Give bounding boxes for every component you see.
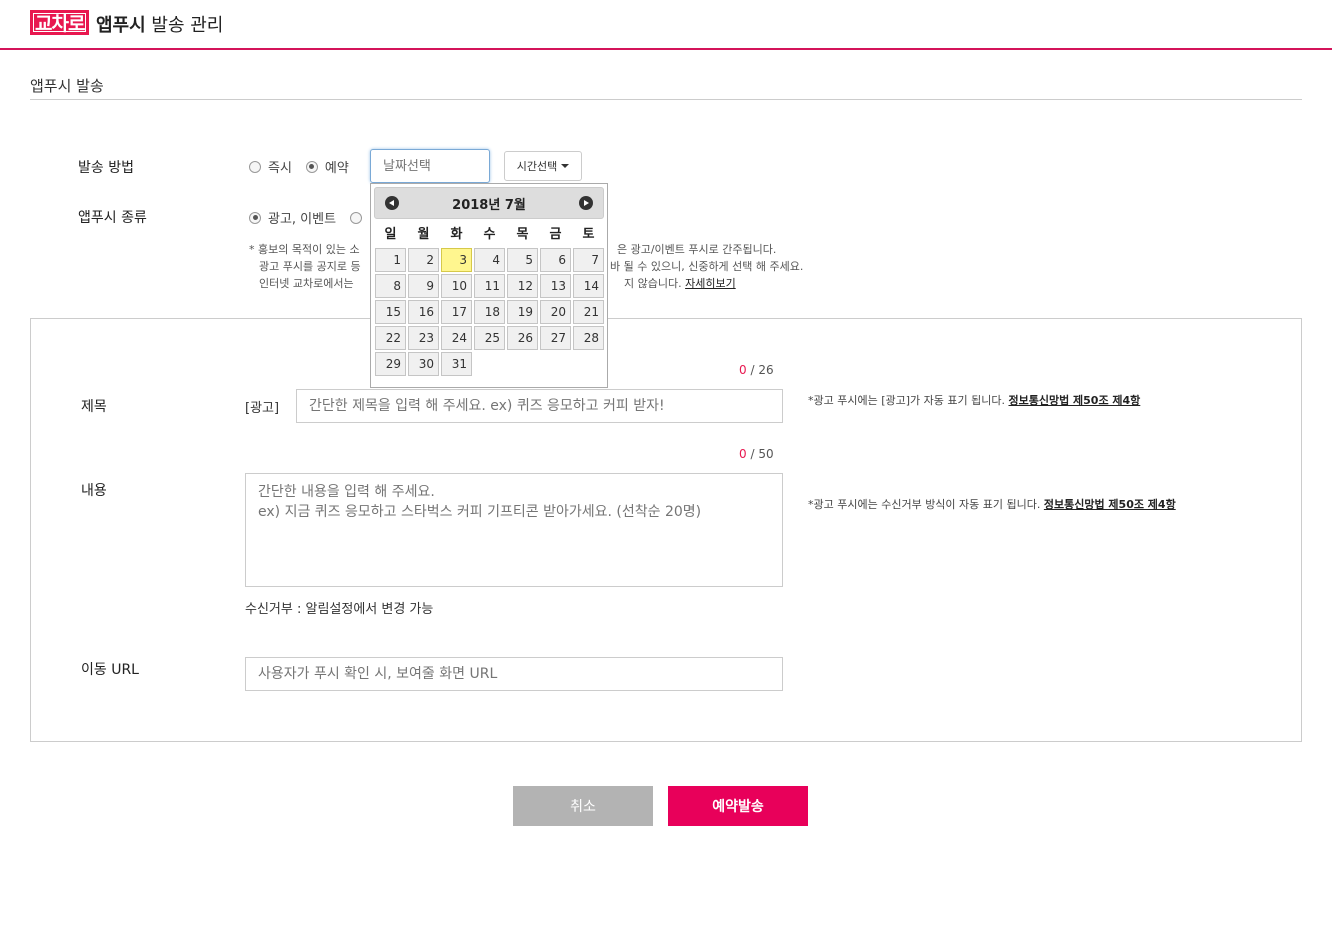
content-textarea[interactable] [245,473,783,587]
calendar-title: 2018년 7월 [452,197,526,213]
calendar-day[interactable]: 13 [540,274,571,298]
title-count: 0 [739,363,747,377]
weekday-label: 목 [516,227,529,242]
calendar-day[interactable]: 5 [507,248,538,272]
content-law-link[interactable]: 정보통신망법 제50조 제4항 [1044,498,1176,511]
radio-immediate-label[interactable]: 즉시 [268,157,292,176]
weekday-label: 일 [384,227,397,242]
notice-line2-left: 광고 푸시를 공지로 등 [259,260,361,273]
time-select-button[interactable]: 시간선택 [504,151,582,181]
cancel-button[interactable]: 취소 [513,786,653,826]
notice-line1-right: 은 광고/이벤트 푸시로 간주됩니다. [617,243,777,256]
calendar-day[interactable]: 26 [507,326,538,350]
calendar-day[interactable]: 19 [507,300,538,324]
content-note-text: *광고 푸시에는 수신거부 방식이 자동 표기 됩니다. [808,498,1044,511]
send-method-label: 발송 방법 [78,160,134,176]
title-label: 제목 [81,399,107,415]
calendar-day[interactable]: 18 [474,300,505,324]
details-link[interactable]: 자세히보기 [685,277,736,290]
date-input[interactable] [370,149,490,183]
calendar-day[interactable]: 16 [408,300,439,324]
time-select-label: 시간선택 [516,160,558,173]
title-note: *광고 푸시에는 [광고]가 자동 표기 됩니다. 정보통신망법 제50조 제4… [808,392,1140,408]
calendar-day[interactable]: 6 [540,248,571,272]
calendar-day[interactable]: 24 [441,326,472,350]
calendar-days: 1 2 3 4 5 6 7 8 9 10 11 12 13 14 15 16 17 18 19 20 21 22 23 24 2… [374,247,604,377]
schedule-send-button[interactable]: 예약발송 [668,786,808,826]
calendar-day[interactable]: 20 [540,300,571,324]
radio-immediate[interactable] [249,160,261,173]
calendar-day[interactable]: 9 [408,274,439,298]
calendar-day[interactable]: 4 [474,248,505,272]
url-input[interactable] [245,657,783,691]
content-label: 내용 [81,483,107,499]
notice-line2-right: 바 될 수 있으니, 신중하게 선택 해 주세요. [610,260,804,273]
calendar-day[interactable]: 8 [375,274,406,298]
calendar-weekdays: 일 월 화 수 목 금 토 [374,223,604,247]
calendar-day-today[interactable]: 3 [441,248,472,272]
title-note-text: *광고 푸시에는 [광고]가 자동 표기 됩니다. [808,394,1009,407]
calendar-day[interactable]: 23 [408,326,439,350]
calendar-day[interactable]: 15 [375,300,406,324]
push-type-label: 앱푸시 종류 [78,210,147,226]
calendar-day[interactable]: 22 [375,326,406,350]
send-method-radios: 즉시 예약 [249,157,363,176]
datepicker-calendar: 2018년 7월 일 월 화 수 목 금 토 1 2 3 4 5 6 7 8 9 10 11 12 13… [370,183,608,388]
calendar-day[interactable]: 7 [573,248,604,272]
weekday-label: 수 [483,227,496,242]
title-prefix: [광고] [245,401,280,416]
content-count: 0 [739,447,747,461]
prev-month-icon[interactable] [385,196,399,210]
optout-text: 수신거부 : 알림설정에서 변경 가능 [245,602,434,617]
header-title-rest: 발송 관리 [145,15,224,36]
header-title: 앱푸시 발송 관리 [96,11,223,37]
calendar-day[interactable]: 11 [474,274,505,298]
radio-scheduled[interactable] [305,160,318,173]
weekday-label: 금 [549,227,562,242]
notice-line3-left: 인터넷 교차로에서는 [259,277,354,290]
notice-line1-left: * 홍보의 목적이 있는 소 [249,243,360,256]
calendar-day[interactable]: 10 [441,274,472,298]
content-max: / 50 [746,447,774,461]
calendar-day[interactable]: 25 [474,326,505,350]
header-title-bold: 앱푸시 [96,15,146,36]
calendar-day[interactable]: 30 [408,352,439,376]
notice-line3-text: 지 않습니다. [624,277,682,290]
calendar-day[interactable]: 31 [441,352,472,376]
calendar-day[interactable]: 21 [573,300,604,324]
calendar-day[interactable]: 28 [573,326,604,350]
calendar-day[interactable]: 29 [375,352,406,376]
next-month-icon[interactable] [579,196,593,210]
calendar-day[interactable]: 14 [573,274,604,298]
url-label: 이동 URL [81,662,139,678]
title-max: / 26 [746,363,774,377]
section-divider [30,99,1302,100]
page-header: 교차로 앱푸시 발송 관리 [0,0,1332,50]
weekday-label: 화 [450,227,463,242]
caret-down-icon [561,164,570,168]
title-counter: 0 / 26 [739,363,774,377]
radio-ad-event-label[interactable]: 광고, 이벤트 [268,208,336,227]
weekday-label: 월 [417,227,430,242]
notice-line3-right: 지 않습니다. 자세히보기 [624,275,736,292]
title-law-link[interactable]: 정보통신망법 제50조 제4항 [1008,394,1140,407]
radio-ad-event[interactable] [249,211,261,224]
calendar-day[interactable]: 1 [375,248,406,272]
push-type-radios: 광고, 이벤트 [249,208,369,227]
calendar-header: 2018년 7월 [374,187,604,219]
calendar-day[interactable]: 12 [507,274,538,298]
calendar-day[interactable]: 2 [408,248,439,272]
radio-other[interactable] [350,211,363,224]
content-note: *광고 푸시에는 수신거부 방식이 자동 표기 됩니다. 정보통신망법 제50조… [808,496,1176,512]
title-input[interactable] [296,389,783,423]
weekday-label: 토 [582,227,595,242]
content-counter: 0 / 50 [739,447,774,461]
section-title: 앱푸시 발송 [30,77,104,95]
logo[interactable]: 교차로 [30,10,90,35]
radio-scheduled-label[interactable]: 예약 [325,157,349,176]
calendar-day[interactable]: 17 [441,300,472,324]
calendar-day[interactable]: 27 [540,326,571,350]
